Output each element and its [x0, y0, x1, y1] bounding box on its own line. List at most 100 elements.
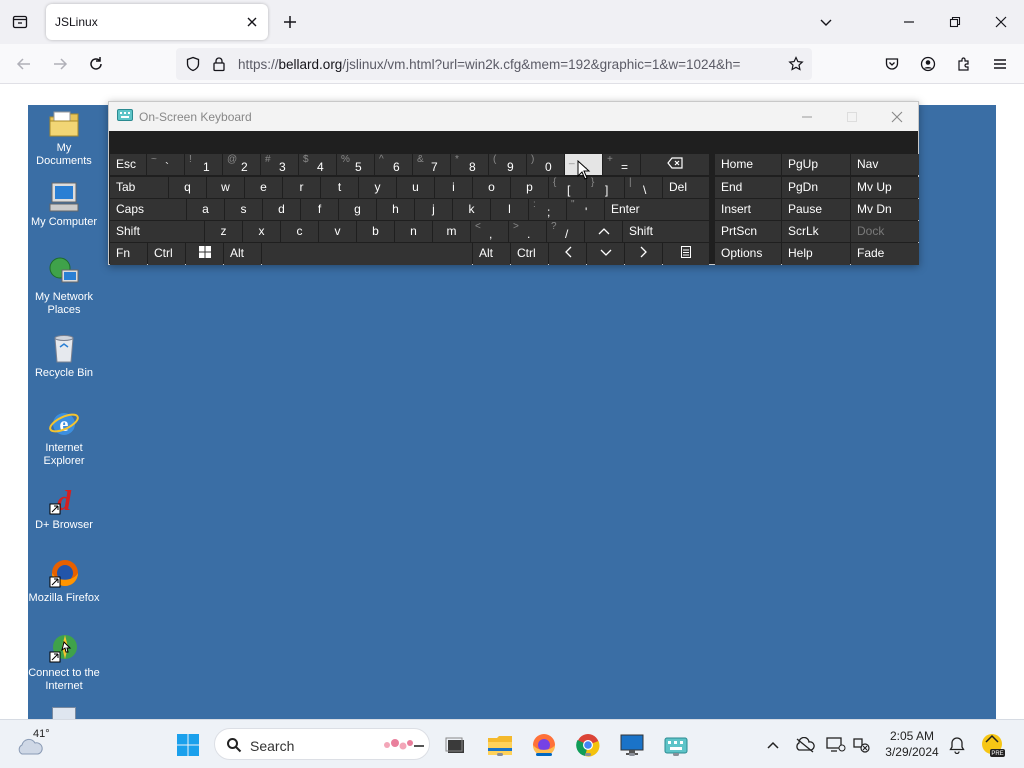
key-j[interactable]: j: [415, 199, 452, 220]
tray-network[interactable]: [847, 730, 877, 760]
key-b[interactable]: b: [357, 221, 394, 242]
key-x[interactable]: x: [243, 221, 280, 242]
key-arrow-left[interactable]: [549, 243, 586, 265]
lock-icon[interactable]: [207, 52, 231, 76]
desktop-icon-connect-internet[interactable]: Connect to the Internet: [28, 632, 100, 693]
key-fn[interactable]: Fn: [110, 243, 147, 265]
tray-preview-badge[interactable]: PRE: [978, 730, 1008, 760]
key-pause[interactable]: Pause: [782, 199, 850, 220]
key-fade[interactable]: Fade: [851, 243, 919, 265]
key-options[interactable]: Options: [715, 243, 781, 265]
taskbar-search-box[interactable]: Search: [214, 728, 430, 760]
taskbar-remote-desktop[interactable]: [617, 730, 647, 760]
desktop-icon-recycle-bin[interactable]: Recycle Bin: [28, 332, 100, 380]
back-arrow-icon[interactable]: [12, 52, 36, 76]
key-g[interactable]: g: [339, 199, 376, 220]
taskbar-file-explorer[interactable]: [485, 730, 515, 760]
key-alt-left[interactable]: Alt: [224, 243, 261, 265]
notifications-button[interactable]: [942, 730, 972, 760]
tray-overflow-chevron[interactable]: [758, 730, 788, 760]
key-z[interactable]: z: [205, 221, 242, 242]
key-a[interactable]: a: [187, 199, 224, 220]
desktop-icon-my-computer[interactable]: My Computer: [28, 181, 100, 229]
chevron-down-icon[interactable]: [814, 10, 838, 34]
key-insert[interactable]: Insert: [715, 199, 781, 220]
osk-minimize-icon[interactable]: [795, 106, 819, 128]
key-prtscn[interactable]: PrtScn: [715, 221, 781, 242]
key-arrow-down[interactable]: [587, 243, 624, 265]
key-6[interactable]: ^ 6: [375, 154, 412, 175]
shield-icon[interactable]: [181, 52, 205, 76]
account-icon[interactable]: [916, 52, 940, 76]
key-sym[interactable]: }]: [587, 177, 624, 198]
key-t[interactable]: t: [321, 177, 358, 198]
tab-jslinux[interactable]: JSLinux: [46, 4, 268, 40]
key-8[interactable]: * 8: [451, 154, 488, 175]
key-q[interactable]: q: [169, 177, 206, 198]
key-sym[interactable]: + =: [603, 154, 640, 175]
tab-list-icon[interactable]: [8, 10, 32, 34]
key-shift-left[interactable]: Shift: [110, 221, 204, 242]
key-sym[interactable]: ~ `: [147, 154, 184, 175]
key-home[interactable]: Home: [715, 154, 781, 175]
key-k[interactable]: k: [453, 199, 490, 220]
close-window-icon[interactable]: [989, 10, 1013, 34]
key-u[interactable]: u: [397, 177, 434, 198]
key-shift-right[interactable]: Shift: [623, 221, 709, 242]
key-v[interactable]: v: [319, 221, 356, 242]
menu-icon[interactable]: [988, 52, 1012, 76]
key-sym[interactable]: <,: [471, 221, 508, 242]
key-n[interactable]: n: [395, 221, 432, 242]
key-2[interactable]: @2: [223, 154, 260, 175]
key-w[interactable]: w: [207, 177, 244, 198]
key-scrlk[interactable]: ScrLk: [782, 221, 850, 242]
key-mv-dn[interactable]: Mv Dn: [851, 199, 919, 220]
desktop-icon-internet-explorer[interactable]: e Internet Explorer: [28, 407, 100, 468]
taskbar-osk[interactable]: [661, 730, 691, 760]
restore-window-icon[interactable]: [943, 10, 967, 34]
taskbar-firefox[interactable]: [529, 730, 559, 760]
pocket-icon[interactable]: [880, 52, 904, 76]
tray-clock[interactable]: 2:05 AM 3/29/2024: [880, 728, 944, 760]
taskbar-chrome[interactable]: [573, 730, 603, 760]
desktop-icon-mozilla-firefox[interactable]: Mozilla Firefox: [28, 557, 100, 605]
key-sym[interactable]: :;: [529, 199, 566, 220]
key-pgup[interactable]: PgUp: [782, 154, 850, 175]
key-esc[interactable]: Esc: [110, 154, 146, 175]
key-sym[interactable]: >.: [509, 221, 546, 242]
key-arrow-up[interactable]: [585, 221, 622, 242]
extensions-icon[interactable]: [952, 52, 976, 76]
key-7[interactable]: & 7: [413, 154, 450, 175]
key-0[interactable]: ) 0: [527, 154, 564, 175]
key-c[interactable]: c: [281, 221, 318, 242]
bookmark-star-icon[interactable]: [784, 52, 808, 76]
key-i[interactable]: i: [435, 177, 472, 198]
on-screen-keyboard-window[interactable]: On-Screen Keyboard Esc ~ `! 1 @2 #3 $4% 5 ^ 6 & 7 * 8…: [108, 101, 919, 265]
key-4[interactable]: $4: [299, 154, 336, 175]
key-sym[interactable]: | \: [625, 177, 662, 198]
new-tab-icon[interactable]: [278, 10, 302, 34]
weather-widget[interactable]: 41°: [16, 728, 76, 760]
key-9[interactable]: (9: [489, 154, 526, 175]
close-tab-icon[interactable]: [242, 12, 262, 32]
tray-onedrive[interactable]: [790, 730, 820, 760]
key-h[interactable]: h: [377, 199, 414, 220]
url-bar[interactable]: https://bellard.org/jslinux/vm.html?url=…: [176, 48, 812, 80]
key-sym[interactable]: " ': [567, 199, 604, 220]
minimize-window-icon[interactable]: [897, 10, 921, 34]
desktop-icon-my-documents[interactable]: My Documents: [28, 109, 100, 168]
key-f[interactable]: f: [301, 199, 338, 220]
key-p[interactable]: p: [511, 177, 548, 198]
key-space[interactable]: [262, 243, 472, 265]
key-l[interactable]: l: [491, 199, 528, 220]
key-end[interactable]: End: [715, 177, 781, 198]
key-tab[interactable]: Tab: [110, 177, 168, 198]
osk-maximize-icon[interactable]: [840, 106, 864, 128]
key-o[interactable]: o: [473, 177, 510, 198]
osk-title-bar[interactable]: On-Screen Keyboard: [109, 102, 918, 131]
key-context-menu[interactable]: [663, 243, 709, 265]
osk-close-icon[interactable]: [885, 106, 909, 128]
start-button[interactable]: [173, 730, 203, 760]
key-3[interactable]: #3: [261, 154, 298, 175]
key-mv-up[interactable]: Mv Up: [851, 177, 919, 198]
